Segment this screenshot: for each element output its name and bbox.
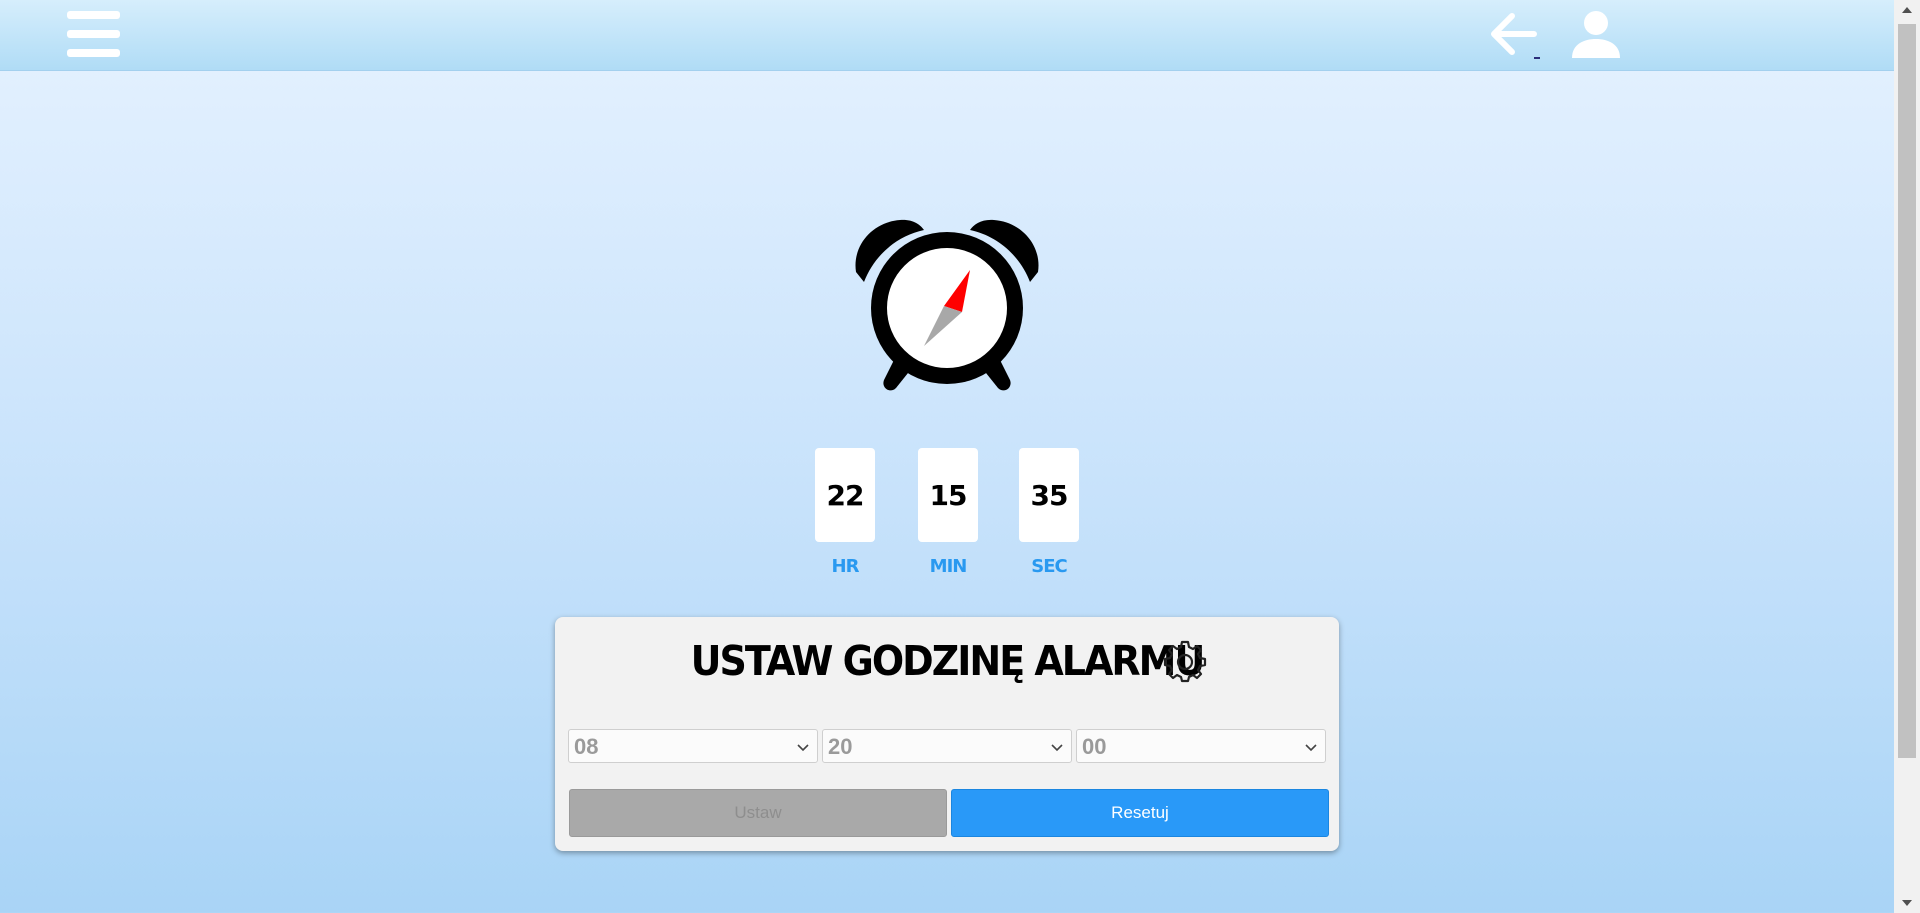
reset-button[interactable]: Resetuj (951, 789, 1329, 837)
hour-select[interactable]: 08 (568, 729, 818, 763)
top-bar (0, 0, 1894, 71)
hour-select-value: 08 (574, 734, 599, 759)
arrow-left-icon[interactable] (1484, 8, 1540, 60)
seconds-display: 35 (1019, 448, 1079, 542)
alarm-page: 22 15 35 HR MIN SEC USTAW GODZINĘ ALARMU… (0, 0, 1894, 913)
user-icon[interactable] (1568, 8, 1624, 60)
hours-display: 22 (815, 448, 875, 542)
scroll-up-arrow-icon[interactable] (1894, 0, 1920, 20)
minute-select[interactable]: 20 (822, 729, 1072, 763)
panel-title: USTAW GODZINĘ ALARMU (690, 637, 1206, 685)
vertical-scrollbar[interactable] (1894, 0, 1920, 913)
scrollbar-thumb[interactable] (1898, 24, 1916, 758)
seconds-label: SEC (1031, 556, 1067, 577)
gear-icon[interactable] (1163, 639, 1207, 683)
second-select[interactable]: 00 (1076, 729, 1326, 763)
chevron-down-icon (797, 744, 809, 752)
set-alarm-button[interactable]: Ustaw (569, 789, 947, 837)
chevron-down-icon (1305, 744, 1317, 752)
hours-label: HR (831, 556, 860, 577)
back-link-underline (1534, 57, 1540, 59)
alarm-settings-panel: USTAW GODZINĘ ALARMU 08 20 00 Ustaw Rese… (555, 617, 1339, 851)
hamburger-menu-icon[interactable] (64, 8, 124, 60)
scroll-down-arrow-icon[interactable] (1894, 893, 1920, 913)
second-select-value: 00 (1082, 734, 1107, 759)
alarm-clock-icon (850, 216, 1044, 398)
chevron-down-icon (1051, 744, 1063, 752)
minute-select-value: 20 (828, 734, 853, 759)
minutes-display: 15 (918, 448, 978, 542)
minutes-label: MIN (929, 556, 968, 577)
